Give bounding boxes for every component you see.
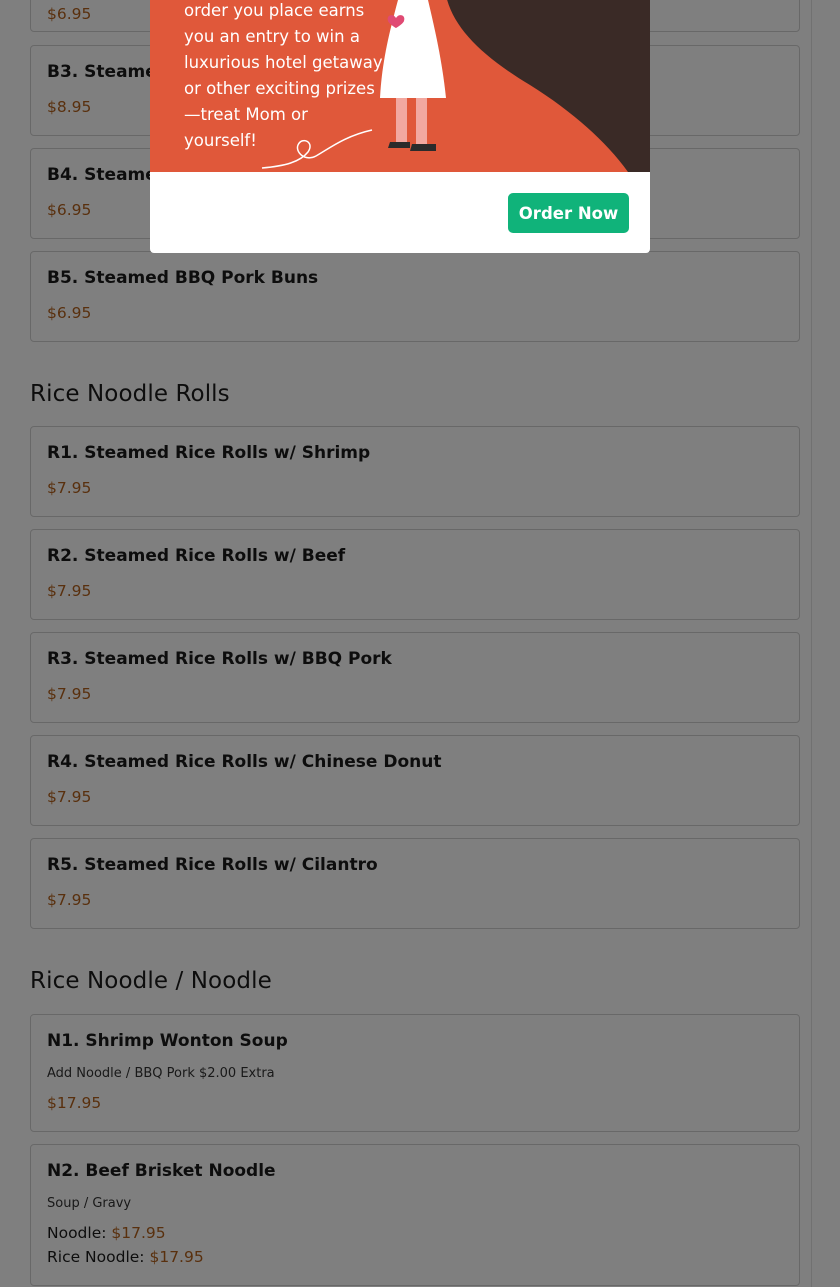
promo-line: luxurious hotel getaway	[184, 53, 383, 72]
promo-banner: order you place earns you an entry to wi…	[150, 0, 650, 172]
promo-line: —treat Mom or	[184, 105, 308, 124]
promo-text: order you place earns you an entry to wi…	[184, 0, 394, 154]
promo-line: order you place earns	[184, 1, 365, 20]
promo-line: you an entry to win a	[184, 27, 360, 46]
promo-line: yourself!	[184, 131, 257, 150]
promo-modal: order you place earns you an entry to wi…	[150, 0, 650, 253]
order-now-button[interactable]: Order Now	[508, 193, 629, 233]
promo-line: or other exciting prizes	[184, 79, 375, 98]
